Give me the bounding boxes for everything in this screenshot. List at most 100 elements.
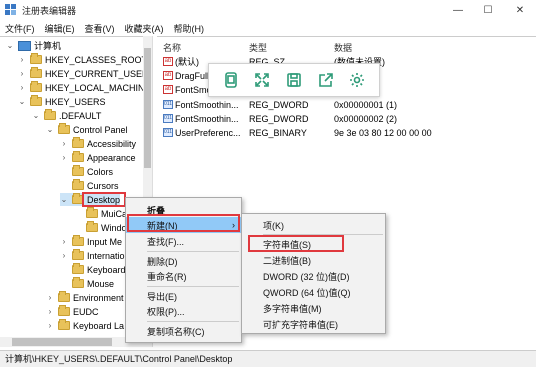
tree-node-computer[interactable]: ⌄ 计算机	[6, 39, 61, 52]
tree-node[interactable]: › EUDC	[46, 305, 99, 318]
expand-icon[interactable]: ›	[60, 251, 68, 260]
expand-icon[interactable]: ›	[18, 83, 26, 92]
tree-node[interactable]: › HKEY_LOCAL_MACHINE	[18, 81, 151, 94]
menu-item-permissions[interactable]: 权限(P)...	[126, 303, 241, 319]
tree-node[interactable]: › HKEY_CURRENT_USER	[18, 67, 149, 80]
tree-node[interactable]: › Environment	[46, 291, 124, 304]
tree-node[interactable]: Mouse	[72, 277, 114, 290]
tree-node[interactable]: › Accessibility	[60, 137, 136, 150]
folder-icon	[72, 263, 84, 274]
new-submenu: 项(K) 字符串值(S) 二进制值(B) DWORD (32 位)值(D) QW…	[241, 213, 386, 334]
highlight-box	[82, 192, 126, 207]
binary-value-icon: 011	[163, 114, 173, 123]
collapse-icon[interactable]: ⌄	[46, 125, 54, 134]
binary-value-icon: 011	[163, 128, 173, 137]
tree-node[interactable]: Colors	[72, 165, 113, 178]
phone-icon[interactable]	[220, 69, 242, 91]
expand-icon[interactable]: ›	[46, 321, 54, 330]
save-icon[interactable]	[283, 69, 305, 91]
value-row[interactable]: ab DragFull	[163, 69, 209, 82]
tree-node[interactable]: ⌄ .DEFAULT	[32, 109, 101, 122]
window-title: 注册表编辑器	[22, 6, 77, 16]
column-header-type[interactable]: 类型	[249, 41, 267, 54]
maximize-button[interactable]: ☐	[474, 0, 502, 20]
scrollbar-thumb[interactable]	[12, 338, 112, 346]
menu-item-binary-value[interactable]: 二进制值(B)	[242, 252, 385, 268]
menu-file[interactable]: 文件(F)	[0, 20, 40, 36]
menu-item-expandable-string-value[interactable]: 可扩充字符串值(E)	[242, 316, 385, 332]
regedit-icon	[5, 4, 17, 16]
value-type: REG_BINARY	[249, 127, 307, 138]
menu-item-rename[interactable]: 重命名(R)	[126, 268, 241, 284]
folder-icon	[30, 95, 42, 106]
folder-icon	[30, 81, 42, 92]
expand-icon[interactable]: ›	[60, 139, 68, 148]
menu-item-find[interactable]: 查找(F)...	[126, 233, 241, 249]
value-type: REG_DWORD	[249, 113, 309, 124]
highlight-box	[127, 214, 240, 232]
menu-item-key[interactable]: 项(K)	[242, 217, 385, 233]
menu-item-qword-value[interactable]: QWORD (64 位)值(Q)	[242, 284, 385, 300]
menu-item-copy-key-name[interactable]: 复制项名称(C)	[126, 323, 241, 339]
folder-icon	[58, 319, 70, 330]
folder-icon	[72, 179, 84, 190]
folder-icon	[72, 165, 84, 176]
tree-node[interactable]: › HKEY_CLASSES_ROOT	[18, 53, 147, 66]
menu-help[interactable]: 帮助(H)	[169, 20, 210, 36]
expand-icon[interactable]: ›	[46, 293, 54, 302]
folder-icon	[58, 291, 70, 302]
value-data: 9e 3e 03 80 12 00 00 00	[334, 127, 432, 138]
menu-item-multi-string-value[interactable]: 多字符串值(M)	[242, 300, 385, 316]
tree-node[interactable]: › Appearance	[60, 151, 136, 164]
folder-icon	[30, 67, 42, 78]
folder-icon	[58, 305, 70, 316]
minimize-button[interactable]: —	[444, 0, 472, 20]
folder-icon	[72, 235, 84, 246]
tree-node[interactable]: Windo	[86, 221, 127, 234]
expand-icon[interactable]: ›	[60, 237, 68, 246]
tree-node[interactable]: Keyboard	[72, 263, 126, 276]
tree-node[interactable]: MuiCa	[86, 207, 127, 220]
menu-favorites[interactable]: 收藏夹(A)	[120, 20, 169, 36]
menu-item-export[interactable]: 导出(E)	[126, 288, 241, 304]
fullscreen-icon[interactable]	[251, 69, 273, 91]
collapse-icon[interactable]: ⌄	[60, 195, 68, 204]
collapse-icon[interactable]: ⌄	[6, 41, 14, 50]
settings-icon[interactable]	[346, 69, 368, 91]
menu-item-delete[interactable]: 删除(D)	[126, 253, 241, 269]
menu-separator	[147, 321, 239, 322]
column-header-name[interactable]: 名称	[163, 41, 181, 54]
close-button[interactable]: ✕	[506, 0, 534, 20]
tree-node[interactable]: ⌄ HKEY_USERS	[18, 95, 106, 108]
value-row[interactable]: ab (默认)	[163, 55, 199, 68]
expand-icon[interactable]: ›	[46, 307, 54, 316]
column-header-data[interactable]: 数据	[334, 41, 352, 54]
collapse-icon[interactable]: ⌄	[32, 111, 40, 120]
tree-node[interactable]: ⌄ Control Panel	[46, 123, 128, 136]
menu-item-dword-value[interactable]: DWORD (32 位)值(D)	[242, 268, 385, 284]
expand-icon[interactable]: ›	[18, 55, 26, 64]
share-icon[interactable]	[315, 69, 337, 91]
value-row[interactable]: 011 FontSmoothin...	[163, 112, 239, 125]
tree-node[interactable]: › Keyboard La	[46, 319, 124, 332]
value-row[interactable]: ab FontSmo	[163, 83, 212, 96]
folder-icon	[30, 53, 42, 64]
scrollbar-thumb[interactable]	[144, 48, 151, 168]
value-row[interactable]: 011 FontSmoothin...	[163, 98, 239, 111]
tree-node[interactable]: Cursors	[72, 179, 119, 192]
tree-node[interactable]: › Internatio	[60, 249, 125, 262]
floating-toolbar	[208, 63, 380, 97]
binary-value-icon: 011	[163, 100, 173, 109]
menu-separator	[147, 286, 239, 287]
string-value-icon: ab	[163, 71, 173, 80]
expand-icon[interactable]: ›	[18, 69, 26, 78]
menu-edit[interactable]: 编辑(E)	[40, 20, 80, 36]
menu-separator	[147, 251, 239, 252]
menu-view[interactable]: 查看(V)	[80, 20, 120, 36]
status-path: 计算机\HKEY_USERS\.DEFAULT\Control Panel\De…	[5, 354, 233, 364]
collapse-icon[interactable]: ⌄	[18, 97, 26, 106]
tree-node[interactable]: › Input Me	[60, 235, 122, 248]
expand-icon[interactable]: ›	[60, 153, 68, 162]
value-row[interactable]: 011 UserPreferenc...	[163, 126, 241, 139]
value-type: REG_DWORD	[249, 99, 309, 110]
